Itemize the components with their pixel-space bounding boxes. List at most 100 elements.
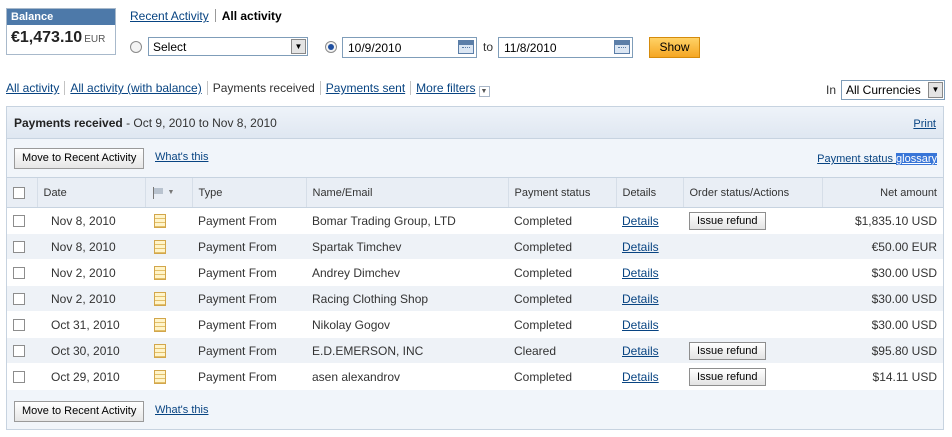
glossary-link-text[interactable]: Payment status <box>817 153 896 165</box>
show-button[interactable]: Show <box>649 37 700 58</box>
row-action-cell <box>683 311 822 338</box>
row-date: Oct 29, 2010 <box>37 363 145 390</box>
row-type: Payment From <box>192 311 306 338</box>
note-icon[interactable] <box>154 343 166 358</box>
date-range-radio[interactable] <box>325 41 337 53</box>
table-row: Nov 2, 2010 Payment From Racing Clothing S… <box>7 285 943 312</box>
tab-payments-sent[interactable]: Payments sent <box>326 81 405 95</box>
chevron-down-icon: ▼ <box>167 189 175 197</box>
details-link[interactable]: Details <box>622 240 659 254</box>
row-type: Payment From <box>192 337 306 364</box>
row-checkbox[interactable] <box>13 241 25 254</box>
issue-refund-button[interactable]: Issue refund <box>689 211 766 230</box>
issue-refund-button[interactable]: Issue refund <box>689 367 766 386</box>
chevron-down-icon[interactable]: ▼ <box>928 82 943 98</box>
row-date: Nov 8, 2010 <box>37 207 145 234</box>
note-icon[interactable] <box>154 239 166 254</box>
row-status: Completed <box>508 363 616 390</box>
tab-all[interactable]: All activity <box>6 81 59 95</box>
row-name: Spartak Timchev <box>306 233 508 260</box>
row-action-cell <box>683 233 822 260</box>
details-link[interactable]: Details <box>622 266 659 280</box>
row-checkbox[interactable] <box>13 215 25 228</box>
to-date-input[interactable]: 11/8/2010 <box>498 37 633 58</box>
chevron-down-icon[interactable]: ▼ <box>478 86 490 97</box>
row-status: Completed <box>508 285 616 312</box>
row-amount: $95.80 USD <box>822 337 943 364</box>
col-name: Name/Email <box>305 177 508 208</box>
row-details-cell: Details <box>616 285 683 312</box>
row-checkbox[interactable] <box>13 319 25 332</box>
select-filter-radio[interactable] <box>130 41 142 53</box>
calendar-icon[interactable] <box>614 40 630 54</box>
row-select-cell <box>7 285 37 312</box>
panel-header: Payments received - Oct 9, 2010 to Nov 8… <box>7 107 943 139</box>
row-note-cell <box>145 285 192 312</box>
row-checkbox[interactable] <box>13 293 25 306</box>
whats-this-link-bottom[interactable]: What's this <box>155 404 208 416</box>
chevron-down-icon[interactable]: ▼ <box>291 39 306 54</box>
tab-all-activity[interactable]: All activity <box>222 9 282 23</box>
row-status: Completed <box>508 259 616 286</box>
note-icon[interactable] <box>154 317 166 332</box>
details-link[interactable]: Details <box>622 318 659 332</box>
period-select[interactable]: Select ▼ <box>148 37 308 56</box>
calendar-icon[interactable] <box>458 40 474 54</box>
from-date-value: 10/9/2010 <box>348 41 402 55</box>
note-icon[interactable] <box>154 213 166 228</box>
more-filters-link[interactable]: More filters <box>416 81 475 95</box>
select-all-checkbox[interactable] <box>13 186 25 199</box>
tab-recent-activity[interactable]: Recent Activity <box>130 9 209 23</box>
issue-refund-button[interactable]: Issue refund <box>689 341 766 360</box>
panel-footer <box>7 399 943 429</box>
tab-all-with-balance[interactable]: All activity (with balance) <box>70 81 201 95</box>
row-note-cell <box>145 311 192 338</box>
note-icon[interactable] <box>154 265 166 280</box>
row-status: Completed <box>508 311 616 338</box>
row-checkbox[interactable] <box>13 267 25 280</box>
balance-value: €1,473.10 <box>11 29 83 46</box>
row-name: E.D.EMERSON, INC <box>306 337 508 364</box>
row-type: Payment From <box>192 207 306 234</box>
row-note-cell <box>145 233 192 260</box>
to-label: to <box>483 40 494 54</box>
move-to-recent-button-bottom[interactable]: Move to Recent Activity <box>14 401 145 422</box>
row-status: Cleared <box>508 337 616 364</box>
details-link[interactable]: Details <box>622 370 659 384</box>
currency-select[interactable]: All Currencies ▼ <box>841 80 945 100</box>
activity-tabs: Recent Activity All activity <box>130 9 282 23</box>
row-date: Oct 30, 2010 <box>37 337 145 364</box>
note-icon[interactable] <box>154 369 166 384</box>
whats-this-link[interactable]: What's this <box>155 151 208 163</box>
row-checkbox[interactable] <box>13 345 25 358</box>
row-select-cell <box>7 337 37 364</box>
panel-title: Payments received <box>14 116 123 130</box>
row-details-cell: Details <box>616 207 683 234</box>
balance-amount: €1,473.10 EUR <box>7 25 115 51</box>
glossary-link[interactable]: Payment status glossary <box>817 153 937 165</box>
glossary-link-highlight[interactable]: glossary <box>896 153 937 165</box>
from-date-input[interactable]: 10/9/2010 <box>342 37 477 58</box>
row-checkbox[interactable] <box>13 371 25 384</box>
row-action-cell: Issue refund <box>683 363 822 390</box>
row-name: Racing Clothing Shop <box>306 285 508 312</box>
row-note-cell <box>145 207 192 234</box>
table-row: Oct 31, 2010 Payment From Nikolay Gogov Com… <box>7 311 943 338</box>
filter-tabs: All activity All activity (with balance) P… <box>6 81 490 97</box>
row-amount: $30.00 USD <box>822 311 943 338</box>
col-type: Type <box>191 177 306 208</box>
table-row: Nov 8, 2010 Payment From Bomar Trading Gro… <box>7 207 943 234</box>
table-row: Oct 29, 2010 Payment From asen alexandrov C… <box>7 363 943 390</box>
row-action-cell: Issue refund <box>683 337 822 364</box>
col-date[interactable]: Date <box>36 177 145 208</box>
details-link[interactable]: Details <box>622 214 659 228</box>
details-link[interactable]: Details <box>622 292 659 306</box>
details-link[interactable]: Details <box>622 344 659 358</box>
print-link[interactable]: Print <box>913 118 936 130</box>
note-icon[interactable] <box>154 291 166 306</box>
move-to-recent-button[interactable]: Move to Recent Activity <box>14 148 145 169</box>
tab-payments-received[interactable]: Payments received <box>213 81 315 95</box>
row-select-cell <box>7 233 37 260</box>
col-flag[interactable]: ▼ <box>144 177 192 208</box>
row-amount: $14.11 USD <box>822 363 943 390</box>
